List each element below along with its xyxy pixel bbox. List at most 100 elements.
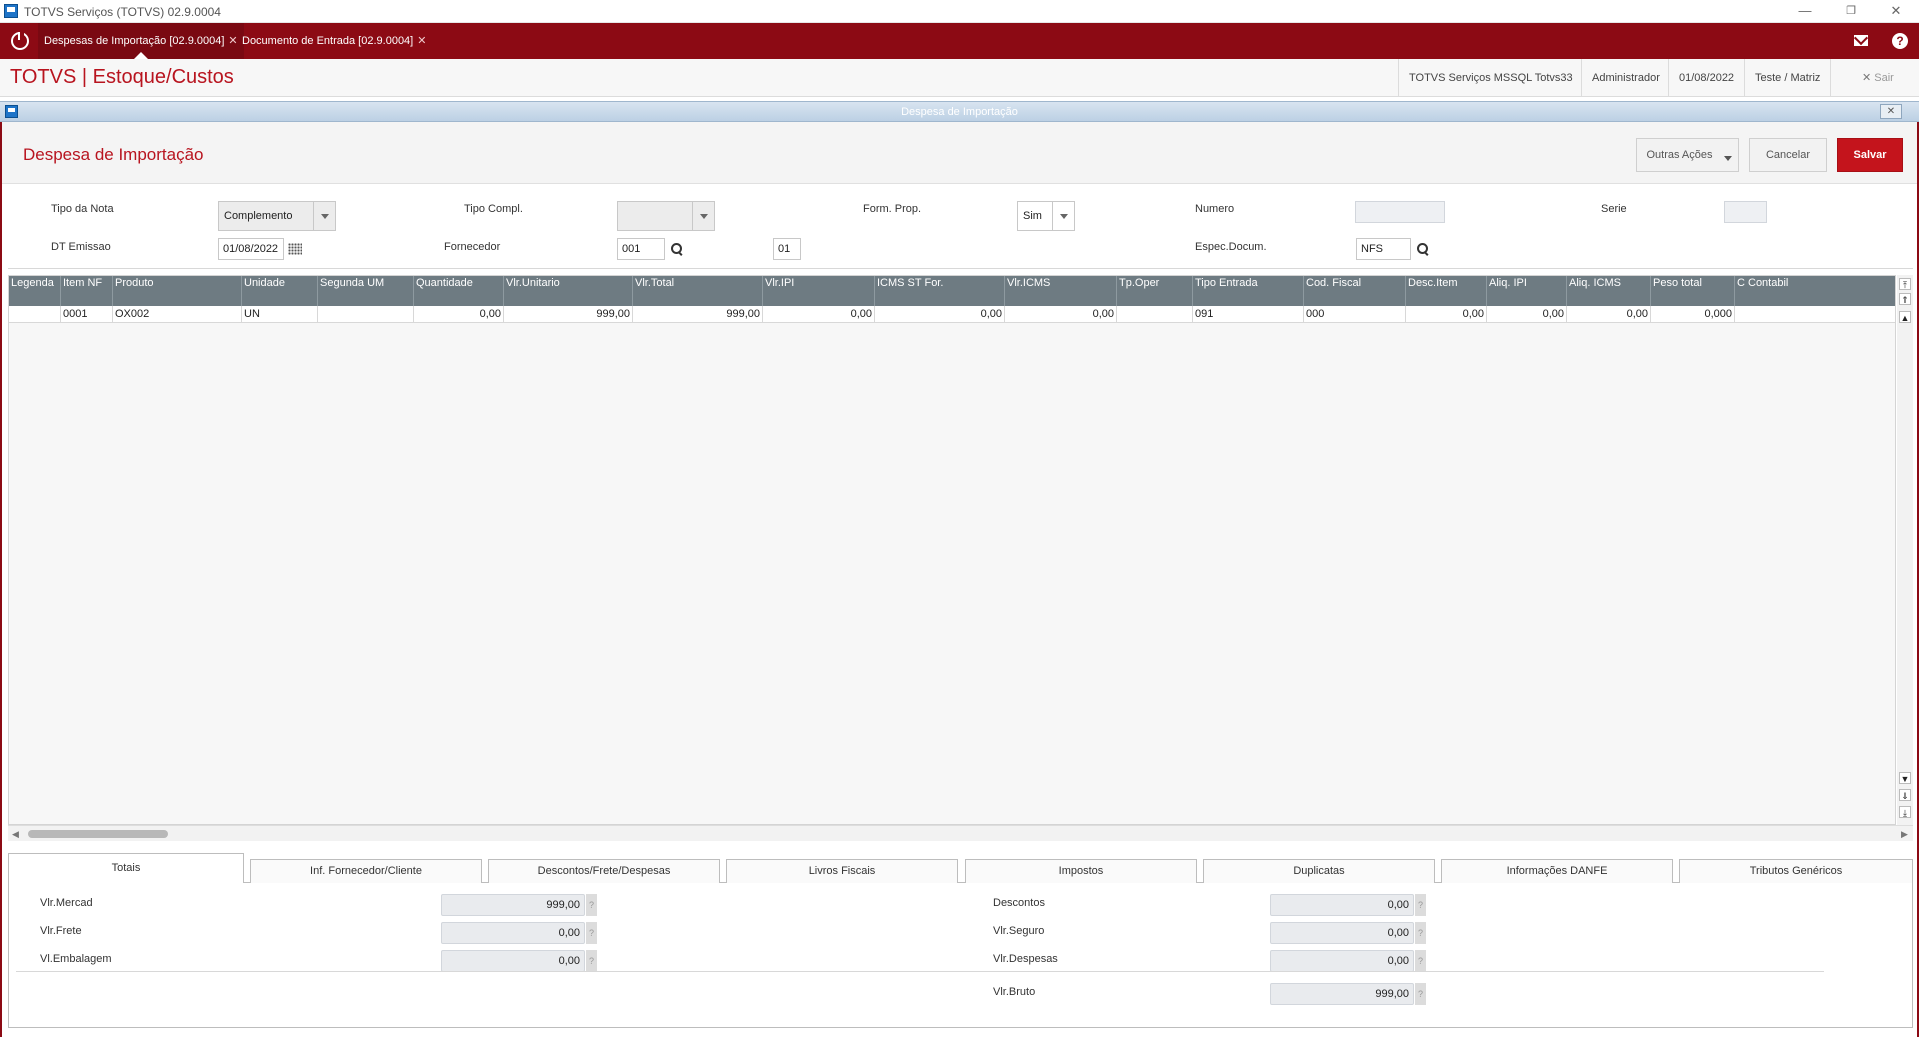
minimize-icon[interactable]: — — [1782, 2, 1828, 20]
column-header[interactable]: Tp.Oper — [1117, 276, 1193, 306]
table-cell[interactable]: OX002 — [113, 306, 242, 323]
column-header[interactable]: Unidade — [242, 276, 318, 306]
chevron-down-icon[interactable] — [692, 202, 714, 230]
serie-input[interactable] — [1724, 201, 1767, 223]
chevron-down-icon[interactable] — [313, 202, 335, 230]
table-cell[interactable]: 000 — [1304, 306, 1406, 323]
form-prop-value: Sim — [1023, 210, 1042, 222]
column-header[interactable]: Tipo Entrada — [1193, 276, 1304, 306]
fornecedor-code-input[interactable]: 001 — [617, 238, 665, 260]
column-header[interactable]: Quantidade — [414, 276, 504, 306]
horizontal-scrollbar[interactable]: ◀ ▶ — [8, 825, 1913, 841]
tab-impostos[interactable]: Impostos — [965, 859, 1197, 883]
date-info[interactable]: 01/08/2022 — [1668, 59, 1744, 97]
tab-livros-fiscais[interactable]: Livros Fiscais — [726, 859, 958, 883]
tab-inf-fornecedor[interactable]: Inf. Fornecedor/Cliente — [250, 859, 482, 883]
scroll-bottom-icon[interactable]: ⤓ — [1899, 806, 1911, 818]
scroll-right-icon[interactable]: ▶ — [1901, 829, 1908, 840]
scroll-thumb[interactable] — [28, 830, 168, 838]
scroll-down-icon[interactable]: ▼ — [1899, 772, 1911, 784]
column-header[interactable]: ICMS ST For. — [875, 276, 1005, 306]
environment-info[interactable]: TOTVS Serviços MSSQL Totvs33 — [1398, 59, 1583, 97]
tab-duplicatas[interactable]: Duplicatas — [1203, 859, 1435, 883]
table-cell[interactable]: 999,00 — [504, 306, 633, 323]
scroll-left-icon[interactable]: ◀ — [12, 829, 19, 840]
table-cell[interactable]: 0,00 — [1005, 306, 1117, 323]
vlr-frete-label: Vlr.Frete — [40, 925, 82, 937]
tab-totais[interactable]: Totais — [8, 853, 244, 884]
help-icon[interactable]: ? — [1415, 894, 1426, 916]
chevron-down-icon[interactable] — [1052, 202, 1074, 230]
dialog-close-button[interactable]: ✕ — [1880, 104, 1902, 119]
table-cell[interactable]: 0,00 — [875, 306, 1005, 323]
page-down-icon[interactable]: ⇓ — [1899, 789, 1911, 801]
help-icon[interactable]: ? — [1415, 950, 1426, 972]
column-header[interactable]: Legenda — [9, 276, 61, 306]
help-icon[interactable]: ? — [586, 950, 597, 972]
table-cell[interactable] — [318, 306, 414, 323]
tipo-compl-select[interactable] — [617, 201, 715, 231]
tab-tributos-genericos[interactable]: Tributos Genéricos — [1679, 859, 1913, 883]
restore-icon[interactable]: ❐ — [1828, 2, 1874, 20]
table-cell[interactable]: 0001 — [61, 306, 113, 323]
help-icon[interactable]: ? — [1415, 922, 1426, 944]
column-header[interactable]: Aliq. ICMS — [1567, 276, 1651, 306]
column-header[interactable]: Segunda UM — [318, 276, 414, 306]
close-icon[interactable]: ✕ — [1873, 2, 1919, 20]
column-header[interactable]: Vlr.ICMS — [1005, 276, 1117, 306]
table-cell[interactable] — [1117, 306, 1193, 323]
help-icon[interactable]: ? — [586, 922, 597, 944]
column-header[interactable]: Cod. Fiscal — [1304, 276, 1406, 306]
scroll-up-icon[interactable]: ▲ — [1899, 311, 1911, 323]
column-header[interactable]: Vlr.Total — [633, 276, 763, 306]
close-tab-icon[interactable]: ✕ — [417, 35, 426, 47]
vertical-scrollbar[interactable]: ⤒ ⇑ ▲ ▼ ⇓ ⤓ — [1897, 275, 1913, 825]
help-icon[interactable]: ? — [1892, 33, 1908, 49]
cancel-button[interactable]: Cancelar — [1749, 138, 1827, 172]
column-header[interactable]: Desc.Item — [1406, 276, 1487, 306]
dt-emissao-input[interactable]: 01/08/2022 — [218, 238, 284, 260]
table-cell[interactable] — [9, 306, 61, 323]
home-icon[interactable] — [11, 32, 29, 50]
other-actions-button[interactable]: Outras Ações — [1636, 138, 1739, 172]
tab-informacoes-danfe[interactable]: Informações DANFE — [1441, 859, 1673, 883]
logout-button[interactable]: ✕ Sair — [1862, 59, 1894, 97]
table-cell[interactable]: UN — [242, 306, 318, 323]
calendar-icon[interactable] — [288, 243, 302, 255]
numero-input[interactable] — [1355, 201, 1445, 223]
help-icon[interactable]: ? — [1415, 983, 1426, 1005]
column-header[interactable]: Aliq. IPI — [1487, 276, 1567, 306]
table-cell[interactable]: 999,00 — [633, 306, 763, 323]
table-cell[interactable]: 0,00 — [1406, 306, 1487, 323]
search-icon[interactable] — [1417, 243, 1429, 255]
table-cell[interactable] — [1735, 306, 1895, 323]
mail-icon[interactable] — [1854, 35, 1868, 46]
column-header[interactable]: Vlr.IPI — [763, 276, 875, 306]
table-cell[interactable]: 0,00 — [1487, 306, 1567, 323]
table-cell[interactable]: 0,000 — [1651, 306, 1735, 323]
save-button[interactable]: Salvar — [1837, 138, 1903, 172]
column-header[interactable]: Produto — [113, 276, 242, 306]
column-header[interactable]: Item NF — [61, 276, 113, 306]
table-cell[interactable]: 0,00 — [763, 306, 875, 323]
column-header[interactable]: C Contabil — [1735, 276, 1895, 306]
espec-docum-input[interactable]: NFS — [1356, 238, 1411, 260]
search-icon[interactable] — [671, 243, 683, 255]
page-up-icon[interactable]: ⇑ — [1899, 293, 1911, 305]
tipo-nota-select[interactable]: Complemento — [218, 201, 336, 231]
tab-despesas-importacao[interactable]: Despesas de Importação [02.9.0004] ✕ — [38, 23, 244, 59]
column-header[interactable]: Vlr.Unitario — [504, 276, 633, 306]
form-prop-select[interactable]: Sim — [1017, 201, 1075, 231]
tab-descontos-frete[interactable]: Descontos/Frete/Despesas — [488, 859, 720, 883]
table-cell[interactable]: 0,00 — [1567, 306, 1651, 323]
column-header[interactable]: Peso total — [1651, 276, 1735, 306]
help-icon[interactable]: ? — [586, 894, 597, 916]
fornecedor-loja-input[interactable]: 01 — [773, 238, 801, 260]
tab-documento-entrada[interactable]: Documento de Entrada [02.9.0004] ✕ — [236, 23, 432, 59]
scroll-top-icon[interactable]: ⤒ — [1899, 278, 1911, 290]
company-info[interactable]: Teste / Matriz — [1744, 59, 1832, 97]
items-grid[interactable]: Legenda Item NF Produto Unidade Segunda UM Qu… — [8, 275, 1896, 825]
user-info[interactable]: Administrador — [1581, 59, 1670, 97]
table-cell[interactable]: 0,00 — [414, 306, 504, 323]
table-cell[interactable]: 091 — [1193, 306, 1304, 323]
